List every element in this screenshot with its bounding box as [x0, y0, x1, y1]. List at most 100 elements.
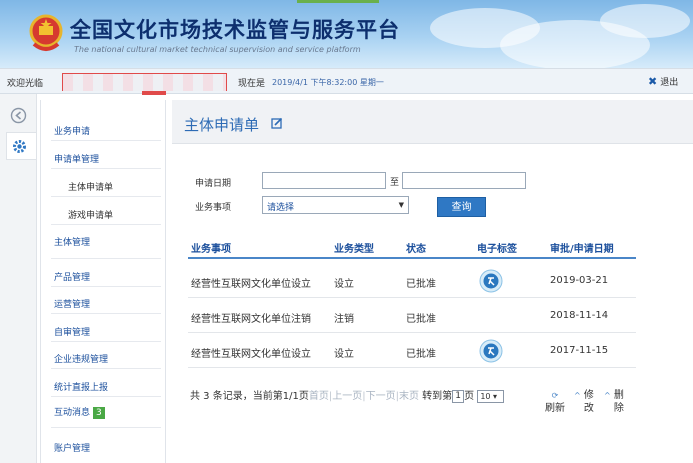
chevron-down-icon: ▼ — [398, 201, 404, 209]
settings-tab[interactable] — [6, 132, 36, 160]
cell-item: 经营性互联网文化单位注销 — [191, 314, 311, 325]
close-icon: ✖ — [648, 75, 658, 88]
first-page-link[interactable]: 首页 — [309, 391, 329, 402]
column-header: 电子标签 — [477, 244, 517, 255]
column-header: 审批/申请日期 — [550, 244, 614, 255]
divider — [51, 286, 161, 287]
cell-date: 2018-11-14 — [550, 310, 609, 321]
table-row[interactable]: 经营性互联网文化单位设立 设立 已批准 2017-11-15 — [188, 334, 636, 368]
sidebar-item-entity-mgmt[interactable]: 主体管理 — [54, 235, 90, 248]
cell-status: 已批准 — [406, 349, 436, 360]
pager: 共 3 条记录，当前第1/1页首页|上一页|下一页|末页 转到第 1 页 10 ▾ — [190, 387, 505, 403]
sidebar-item-entity-application[interactable]: 主体申请单 — [68, 180, 113, 193]
cell-item: 经营性互联网文化单位设立 — [191, 349, 311, 360]
sidebar-item-product-mgmt[interactable]: 产品管理 — [54, 270, 90, 283]
date-to-input[interactable] — [402, 172, 526, 189]
divider — [51, 396, 161, 397]
sidebar-item-statistics-report[interactable]: 统计直报上报 — [54, 380, 108, 393]
top-accent-bar — [297, 0, 379, 3]
sidebar-item-operation-mgmt[interactable]: 运营管理 — [54, 297, 90, 310]
date-to-label: 至 — [390, 178, 400, 188]
page-size-select[interactable]: 10 ▾ — [477, 389, 505, 403]
page-size-value: 10 — [480, 391, 491, 401]
date-from-input[interactable] — [262, 172, 386, 189]
site-subtitle: The national cultural market technical s… — [74, 45, 361, 54]
cell-status: 已批准 — [406, 279, 436, 290]
delete-label: 删除 — [613, 390, 624, 414]
query-button[interactable]: 查询 — [437, 197, 486, 217]
gear-icon — [13, 140, 26, 153]
sidebar-item-account-mgmt[interactable]: 账户管理 — [54, 441, 90, 454]
column-header: 状态 — [406, 244, 426, 255]
business-type-value: 请选择 — [267, 203, 295, 213]
message-count-badge: 3 — [93, 407, 105, 419]
sidebar-item-label: 互动消息 — [54, 408, 91, 418]
module-icon-strip — [0, 94, 37, 463]
edit-icon — [271, 117, 283, 129]
divider — [51, 341, 161, 342]
cell-type: 设立 — [334, 349, 354, 360]
date-label: 申请日期 — [195, 179, 232, 189]
current-datetime: 2019/4/1 下午8:32:00 星期一 — [272, 78, 384, 87]
logout-label: 退出 — [660, 78, 679, 88]
refresh-button[interactable]: ⟳ 刷新 — [545, 389, 565, 415]
refresh-label: 刷新 — [545, 403, 565, 414]
column-header: 业务事项 — [191, 244, 231, 255]
divider — [51, 258, 161, 259]
national-emblem-icon — [29, 14, 63, 51]
business-type-select[interactable]: 请选择 ▼ — [262, 196, 409, 214]
divider — [51, 196, 161, 197]
page-title: 主体申请单 — [184, 116, 260, 134]
prev-page-link[interactable]: 上一页 — [332, 391, 362, 402]
redaction-mark — [142, 91, 166, 95]
delete-small-icon: ^ — [604, 391, 611, 400]
site-header: 全国文化市场技术监管与服务平台 The national cultural ma… — [0, 0, 693, 68]
edit-label: 修改 — [583, 390, 594, 414]
refresh-icon: ⟳ — [551, 391, 559, 400]
cloud-decoration — [600, 4, 690, 38]
delete-button[interactable]: ^ 删除 — [604, 389, 628, 415]
site-title: 全国文化市场技术监管与服务平台 — [70, 18, 400, 42]
next-page-link[interactable]: 下一页 — [366, 391, 396, 402]
page-header: 主体申请单 — [172, 100, 693, 144]
sidebar-item-application-mgmt[interactable]: 申请单管理 — [54, 152, 99, 165]
cell-type: 设立 — [334, 279, 354, 290]
e-tag-icon[interactable] — [479, 339, 503, 363]
edit-small-icon: ^ — [574, 391, 581, 400]
sidebar-item-self-review[interactable]: 自审管理 — [54, 325, 90, 338]
table-row[interactable]: 经营性互联网文化单位注销 注销 已批准 2018-11-14 — [188, 299, 636, 333]
logout-button[interactable]: ✖ 退出 — [648, 75, 678, 88]
edit-button[interactable]: ^ 修改 — [574, 389, 598, 415]
cell-status: 已批准 — [406, 314, 436, 325]
column-header: 业务类型 — [334, 244, 374, 255]
divider — [51, 140, 161, 141]
welcome-label: 欢迎光临 — [7, 79, 44, 89]
e-tag-icon[interactable] — [479, 269, 503, 293]
business-type-label: 业务事项 — [195, 203, 232, 213]
divider — [51, 427, 161, 428]
sidebar-item-messages[interactable]: 互动消息 3 — [54, 405, 105, 419]
divider — [51, 313, 161, 314]
sidebar: 业务申请 申请单管理 主体申请单 游戏申请单 主体管理 产品管理 运营管理 自审… — [40, 100, 166, 463]
welcome-bar: 欢迎光临 现在是 2019/4/1 下午8:32:00 星期一 ✖ 退出 — [0, 68, 693, 95]
goto-suffix: 页 — [464, 391, 475, 402]
sidebar-item-violation-mgmt[interactable]: 企业违规管理 — [54, 352, 108, 365]
sidebar-item-business-apply[interactable]: 业务申请 — [54, 124, 90, 137]
back-arrow-icon[interactable] — [10, 107, 27, 124]
goto-prefix: 转到第 — [422, 391, 453, 402]
redacted-username — [62, 73, 227, 91]
last-page-link[interactable]: 末页 — [399, 391, 419, 402]
table-row[interactable]: 经营性互联网文化单位设立 设立 已批准 2019-03-21 — [188, 264, 636, 298]
divider — [51, 224, 161, 225]
sidebar-item-game-application[interactable]: 游戏申请单 — [68, 208, 113, 221]
divider — [51, 368, 161, 369]
pager-summary: 共 3 条记录，当前第1/1页 — [190, 391, 309, 402]
cell-date: 2017-11-15 — [550, 345, 609, 356]
table-header: 业务事项 业务类型 状态 电子标签 审批/申请日期 — [188, 235, 636, 259]
goto-page-input[interactable]: 1 — [452, 389, 465, 403]
divider — [51, 168, 161, 169]
cell-date: 2019-03-21 — [550, 275, 609, 286]
cell-type: 注销 — [334, 314, 354, 325]
cell-item: 经营性互联网文化单位设立 — [191, 279, 311, 290]
now-label: 现在是 — [238, 79, 266, 89]
